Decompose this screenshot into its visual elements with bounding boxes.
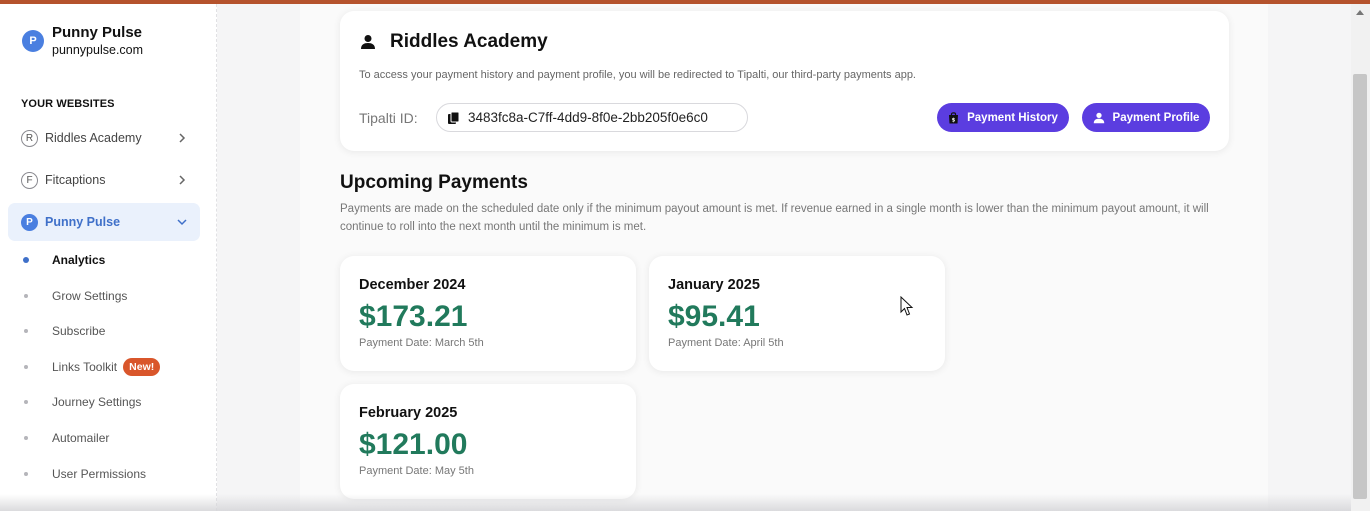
sidebar-item-journey-settings[interactable]: Journey Settings: [24, 392, 141, 412]
payment-history-label: Payment History: [967, 111, 1058, 124]
sub-item-label: Automailer: [52, 431, 110, 445]
bullet-dot-icon: [24, 472, 28, 476]
bullet-dot-icon: [24, 365, 28, 369]
sub-item-label: User Permissions: [52, 467, 147, 481]
payment-date: Payment Date: May 5th: [359, 465, 474, 477]
svg-text:$: $: [952, 118, 956, 124]
user-icon: [1093, 112, 1104, 123]
sidebar-item-subscribe[interactable]: Subscribe: [24, 321, 105, 341]
profile-header: Riddles Academy: [360, 31, 548, 53]
sidebar-item-automailer[interactable]: Automailer: [24, 428, 109, 448]
tipalti-id-field[interactable]: 3483fc8a-C7ff-4dd9-8f0e-2bb205f0e6c0: [436, 103, 748, 132]
payment-profile-label: Payment Profile: [1112, 111, 1200, 124]
chevron-right-icon: [179, 175, 186, 185]
payment-history-button[interactable]: $ Payment History: [937, 103, 1069, 132]
sub-item-label: Analytics: [52, 253, 106, 267]
sidebar-item-user-permissions[interactable]: User Permissions: [24, 464, 146, 484]
bottom-fade: [0, 494, 1351, 511]
profile-title: Riddles Academy: [390, 31, 548, 52]
sub-item-label: Links Toolkit: [52, 360, 118, 374]
scroll-up-arrow-icon[interactable]: [1356, 10, 1364, 15]
sub-item-label: Subscribe: [52, 324, 106, 338]
upcoming-payments-heading: Upcoming Payments: [340, 172, 528, 193]
site-label: Fitcaptions: [45, 173, 106, 187]
scrollbar-thumb[interactable]: [1353, 74, 1367, 499]
copy-icon[interactable]: [447, 111, 461, 125]
chevron-down-icon: [177, 219, 187, 226]
payment-date: Payment Date: April 5th: [668, 337, 784, 349]
tipalti-id-label: Tipalti ID:: [359, 110, 418, 126]
sidebar-site-riddles-academy[interactable]: R Riddles Academy: [8, 119, 200, 157]
sidebar-item-grow-settings[interactable]: Grow Settings: [24, 286, 127, 306]
site-initial-badge: F: [21, 171, 38, 189]
payment-profile-card: Riddles Academy To access your payment h…: [340, 11, 1229, 151]
brand-text: Punny Pulse punnypulse.com: [52, 24, 143, 58]
payment-date: Payment Date: March 5th: [359, 337, 484, 349]
payment-month: January 2025: [668, 277, 760, 293]
payment-month: February 2025: [359, 405, 458, 421]
bullet-dot-icon: [23, 257, 29, 263]
payment-profile-button[interactable]: Payment Profile: [1082, 103, 1210, 132]
mouse-cursor-icon: [900, 296, 914, 316]
bullet-dot-icon: [24, 329, 28, 333]
sidebar: P Punny Pulse punnypulse.com YOUR WEBSIT…: [0, 4, 217, 511]
websites-section-title: YOUR WEBSITES: [21, 98, 115, 110]
sub-item-label: Grow Settings: [52, 289, 128, 303]
site-label: Punny Pulse: [45, 215, 121, 229]
sub-item-label: Journey Settings: [52, 395, 142, 409]
payment-amount: $173.21: [359, 300, 468, 333]
profile-description: To access your payment history and payme…: [359, 69, 916, 81]
site-label: Riddles Academy: [45, 131, 142, 145]
sidebar-site-fitcaptions[interactable]: F Fitcaptions: [8, 161, 200, 199]
new-badge: New!: [123, 358, 161, 376]
bullet-dot-icon: [24, 294, 28, 298]
brand-header[interactable]: P Punny Pulse punnypulse.com: [22, 24, 143, 58]
chevron-right-icon: [179, 133, 186, 143]
shopping-bag-icon: $: [949, 112, 959, 124]
tipalti-id-value: 3483fc8a-C7ff-4dd9-8f0e-2bb205f0e6c0: [468, 110, 708, 125]
page-scrollbar[interactable]: [1351, 4, 1370, 511]
brand-name: Punny Pulse: [52, 24, 143, 41]
upcoming-payments-description: Payments are made on the scheduled date …: [340, 203, 1209, 233]
payment-card-february-2025: February 2025 $121.00 Payment Date: May …: [340, 384, 636, 499]
site-initial-badge: R: [21, 129, 38, 147]
payment-card-december-2024: December 2024 $173.21 Payment Date: Marc…: [340, 256, 636, 371]
user-icon: [361, 35, 375, 49]
avatar: P: [22, 30, 44, 52]
payment-amount: $121.00: [359, 428, 468, 461]
bullet-dot-icon: [24, 436, 28, 440]
sidebar-site-punny-pulse[interactable]: P Punny Pulse: [8, 203, 200, 241]
site-initial-badge: P: [21, 213, 38, 231]
payment-amount: $95.41: [668, 300, 760, 333]
bullet-dot-icon: [24, 400, 28, 404]
sidebar-item-links-toolkit[interactable]: Links Toolkit New!: [24, 357, 161, 377]
sidebar-item-analytics[interactable]: Analytics: [23, 250, 106, 270]
payment-month: December 2024: [359, 277, 466, 293]
brand-url: punnypulse.com: [52, 43, 144, 57]
